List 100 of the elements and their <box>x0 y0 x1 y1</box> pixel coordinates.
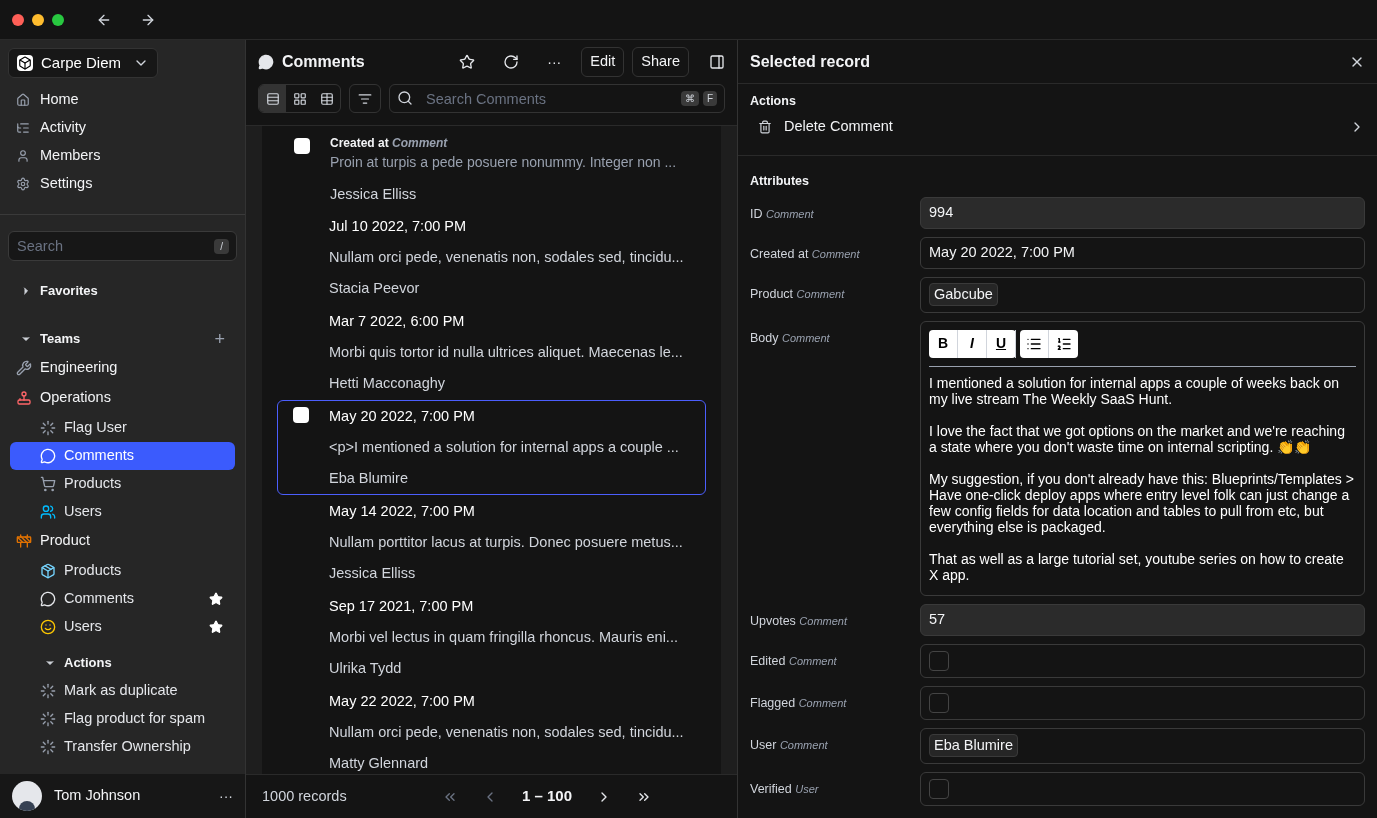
person-icon <box>16 149 30 163</box>
record-body: <p>I mentioned a solution for internal apps a couple ... <box>329 437 679 457</box>
avatar[interactable] <box>12 781 42 811</box>
more-button[interactable]: ··· <box>219 786 233 806</box>
checkbox[interactable] <box>929 650 949 671</box>
team-item[interactable]: Product <box>0 527 245 555</box>
workspace-switcher[interactable]: Carpe Diem <box>8 48 159 78</box>
team-item[interactable]: Operations <box>0 384 245 412</box>
sidebar-item[interactable]: Products <box>10 470 235 498</box>
nav-item[interactable]: Activity <box>0 114 245 142</box>
record-card[interactable]: Sep 17 2021, 7:00 PM Morbi vel lectus in quam fringilla rhoncus. Mauris eni... Ulrika Tydd <box>277 590 706 685</box>
sidebar-item[interactable]: Mark as duplicate <box>10 677 235 705</box>
team-item[interactable]: Engineering <box>0 354 245 382</box>
checkbox-field[interactable] <box>920 643 1365 678</box>
sidebar-item[interactable]: Comments <box>10 585 235 613</box>
add-button[interactable]: + <box>214 330 225 348</box>
spinner-icon <box>40 683 56 699</box>
body-paragraph: That as well as a large tutorial set, youtube series on how to create X app. <box>929 550 1345 583</box>
field-label: Body Comment <box>750 329 831 347</box>
sidebar-item[interactable]: Flag User <box>10 414 235 442</box>
nav-item[interactable]: Settings <box>0 170 245 198</box>
section-heading[interactable]: Teams <box>40 329 207 349</box>
checkbox[interactable] <box>929 778 949 799</box>
spinner-icon <box>40 711 56 727</box>
record-date: Jul 10 2022, 7:00 PM <box>329 216 468 236</box>
spinner-icon <box>40 420 56 436</box>
trash-icon <box>758 119 772 134</box>
maximize-window-icon[interactable] <box>52 13 64 26</box>
shortcut-key: ⌘ <box>680 91 699 106</box>
format-button[interactable]: U <box>987 329 1016 358</box>
record-author: Hetti Macconaghy <box>329 373 447 393</box>
settings-icon <box>16 177 30 191</box>
shortcut-key: / <box>214 239 229 254</box>
tag: Gabcube <box>929 282 998 307</box>
checkbox-field[interactable] <box>920 771 1365 806</box>
action-item[interactable]: Delete Comment <box>750 110 1365 143</box>
record-date: Sep 17 2021, 7:00 PM <box>329 596 475 616</box>
record-card[interactable]: May 22 2022, 7:00 PM Nullam orci pede, venenatis non, sodales sed, tincidu... Matty Glennard <box>277 685 706 774</box>
field-label: Edited Comment <box>750 652 838 670</box>
workspace-logo-icon <box>17 55 33 71</box>
field-label: User Comment <box>750 736 829 754</box>
page-range: 1 – 100 <box>522 786 573 807</box>
shortcut-key: F <box>702 91 717 106</box>
view-toggle[interactable] <box>259 85 286 112</box>
sidebar-item[interactable]: Transfer Ownership <box>10 733 235 761</box>
section-heading: Attributes <box>750 172 811 190</box>
minimize-window-icon[interactable] <box>32 13 44 26</box>
record-body: Morbi quis tortor id nulla ultrices aliquet. Maecenas le... <box>329 342 683 362</box>
more-button[interactable]: ··· <box>547 52 562 72</box>
format-button[interactable]: B <box>929 329 958 358</box>
rich-text-editor[interactable] <box>920 320 1365 596</box>
nav-item[interactable]: Home <box>0 86 245 114</box>
record-card[interactable]: May 14 2022, 7:00 PM Nullam porttitor lacus at turpis. Donec posuere metus... Jessica Elliss <box>277 495 706 590</box>
field-label: Verified User <box>750 780 820 798</box>
panel-title: Selected record <box>750 51 872 72</box>
record-card[interactable]: Mar 7 2022, 6:00 PM Morbi quis tortor id nulla ultrices aliquet. Maecenas le... Hetti Macconaghy <box>277 305 706 400</box>
joystick-icon <box>16 390 32 406</box>
record-card[interactable]: May 20 2022, 7:00 PM <p>I mentioned a solution for internal apps a couple ... Eba Blumire <box>277 400 706 495</box>
field-label: Product Comment <box>750 285 846 303</box>
record-author: Stacia Peevor <box>329 278 421 298</box>
record-body: Proin at turpis a pede posuere nonummy. Integer non ... <box>330 153 677 172</box>
record-card[interactable]: Jul 10 2022, 7:00 PM Nullam orci pede, venenatis non, sodales sed, tincidu... Stacia Peevor <box>277 210 706 305</box>
record-author: Matty Glennard <box>329 753 430 773</box>
sidebar-item[interactable]: Flag product for spam <box>10 705 235 733</box>
column-heading: Created at Comment <box>330 135 449 152</box>
section-heading[interactable]: Favorites <box>40 281 98 301</box>
edit-button[interactable]: Edit <box>581 47 625 77</box>
checkbox[interactable] <box>293 407 309 423</box>
record-body: Nullam orci pede, venenatis non, sodales sed, tincidu... <box>329 722 684 742</box>
sidebar-item[interactable]: Products <box>10 557 235 585</box>
share-button[interactable]: Share <box>632 47 689 77</box>
search-icon <box>397 90 413 106</box>
close-window-icon[interactable] <box>12 13 24 26</box>
record-author: Eba Blumire <box>329 468 409 488</box>
rows-icon <box>265 91 280 106</box>
refresh-icon[interactable] <box>503 54 520 70</box>
nav-item[interactable]: Members <box>0 142 245 170</box>
body-paragraph: I love the fact that we got options on the market and we're reaching a state where you don't waste time on internal scripting. 👏👏 <box>929 422 1346 455</box>
record-count: 1000 records <box>262 786 348 806</box>
sidebar-item[interactable]: Users <box>10 613 235 641</box>
checkbox[interactable] <box>294 138 310 154</box>
wrench-icon <box>16 360 32 376</box>
star-icon[interactable] <box>459 54 476 70</box>
panel-toggle-icon[interactable] <box>709 54 725 70</box>
sidebar-item[interactable]: Users <box>10 498 235 526</box>
record-date: May 14 2022, 7:00 PM <box>329 501 476 521</box>
text-field[interactable]: May 20 2022, 7:00 PM <box>920 236 1365 269</box>
filter-button[interactable] <box>349 84 381 113</box>
tag-field[interactable]: Eba Blumire <box>920 727 1365 764</box>
grid-icon <box>292 91 307 106</box>
format-button[interactable]: I <box>958 329 987 358</box>
checkbox-field[interactable] <box>920 685 1365 720</box>
record-body: Nullam porttitor lacus at turpis. Donec posuere metus... <box>329 532 683 552</box>
section-heading[interactable]: Actions <box>64 653 112 673</box>
list-icon <box>16 121 30 135</box>
home-icon <box>16 93 30 107</box>
record-date: May 20 2022, 7:00 PM <box>329 406 476 426</box>
tag-field[interactable]: Gabcube <box>920 276 1365 313</box>
checkbox[interactable] <box>929 692 949 713</box>
sidebar-item[interactable]: Comments <box>10 442 235 470</box>
